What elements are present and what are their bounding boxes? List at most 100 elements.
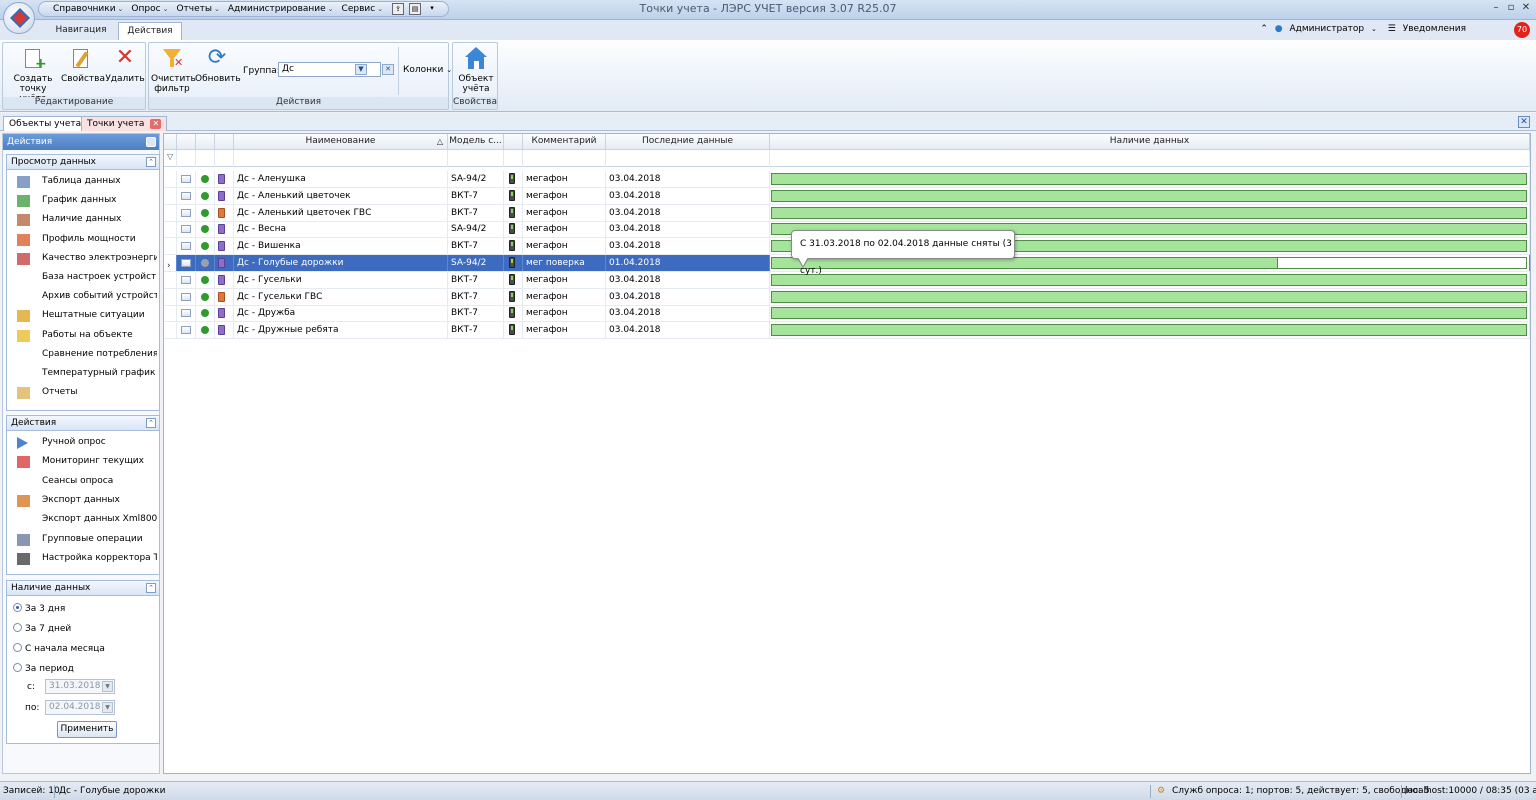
chevron-down-icon[interactable]: ▼ [355, 64, 367, 75]
checkbox-cell[interactable] [177, 187, 196, 204]
radio-7-days[interactable]: За 7 дней [13, 623, 71, 635]
delete-button[interactable]: ✕ Удалить [105, 47, 145, 85]
filter-cell[interactable] [177, 150, 196, 167]
checkbox-cell[interactable] [177, 271, 196, 288]
notifications-badge[interactable]: 70 [1514, 22, 1530, 38]
close-icon[interactable]: ✕ [1520, 2, 1532, 14]
availability-cell[interactable] [770, 305, 1530, 322]
availability-cell[interactable] [770, 187, 1530, 204]
availability-cell[interactable] [770, 271, 1530, 288]
table-row[interactable]: Дс - Аленушка SA-94/2 мегафон 03.04.2018 [164, 171, 1530, 188]
checkbox-cell[interactable] [177, 171, 196, 187]
user-menu[interactable]: ⌃ ● Администратор ⌄ ☰ Уведомления [1256, 24, 1466, 34]
checkbox-cell[interactable] [177, 238, 196, 255]
filter-cell[interactable] [606, 150, 770, 167]
radio-period[interactable]: За период [13, 663, 74, 675]
row-checkbox[interactable] [181, 225, 191, 234]
nav-item-view[interactable]: График данных [7, 191, 157, 210]
nav-item-action[interactable]: Сеансы опроса [7, 472, 157, 491]
nav-item-action[interactable]: Групповые операции [7, 530, 157, 549]
availability-cell[interactable] [770, 204, 1530, 221]
section-header[interactable]: Просмотр данных ⌃ [7, 155, 159, 170]
radio-dot[interactable] [13, 603, 22, 612]
checkbox-cell[interactable] [177, 204, 196, 221]
minimize-icon[interactable]: – [1490, 2, 1502, 14]
nav-item-view[interactable]: Профиль мощности [7, 230, 157, 249]
row-checkbox[interactable] [181, 242, 191, 251]
row-checkbox[interactable] [181, 292, 191, 301]
menu-references[interactable]: Справочники ⌄ [49, 4, 127, 14]
checkbox-cell[interactable] [177, 255, 196, 271]
nav-item-view[interactable]: Сравнение потребления [7, 345, 157, 364]
availability-cell[interactable] [770, 171, 1530, 187]
service-status[interactable]: Служб опроса: 1; портов: 5, действует: 5… [1172, 786, 1430, 796]
menu-service[interactable]: Сервис ⌄ [338, 4, 388, 14]
filter-cell[interactable] [770, 150, 1530, 167]
collapse-icon[interactable]: ⌃ [146, 583, 156, 593]
tab-objects[interactable]: Объекты учета [3, 116, 88, 131]
notifications-link[interactable]: Уведомления [1403, 24, 1466, 34]
column-header-availability[interactable]: Наличие данных [770, 134, 1530, 150]
nav-item-view[interactable]: Отчеты [7, 383, 157, 402]
table-row[interactable]: Дс - Гусельки ВКТ-7 мегафон 03.04.2018 [164, 271, 1530, 289]
filter-cell[interactable] [504, 150, 523, 167]
filter-cell[interactable] [523, 150, 606, 167]
chevron-down-icon[interactable]: ▼ [102, 681, 113, 692]
radio-dot[interactable] [13, 663, 22, 672]
table-row[interactable]: Дс - Гусельки ГВС ВКТ-7 мегафон 03.04.2018 [164, 288, 1530, 306]
app-logo-icon[interactable] [3, 2, 35, 34]
chevron-up-icon[interactable]: ⌃ [1260, 24, 1268, 34]
row-checkbox[interactable] [181, 208, 191, 217]
print-icon[interactable]: ▤ [409, 3, 422, 15]
filter-icon[interactable]: ▽ [167, 152, 173, 161]
section-header[interactable]: Наличие данных ⌃ [7, 581, 159, 596]
properties-button[interactable]: Свойства [61, 47, 105, 84]
nav-item-view[interactable]: Наличие данных [7, 210, 157, 229]
table-row[interactable]: Дс - Аленький цветочек ВКТ-7 мегафон 03.04.… [164, 187, 1530, 205]
server-status[interactable]: localhost:10000 / 08:35 (03 апр) [1405, 786, 1536, 796]
column-header-name[interactable]: Наименование △ [234, 134, 448, 150]
close-icon[interactable]: ✕ [1518, 116, 1530, 128]
filter-cell[interactable] [215, 150, 234, 167]
apply-button[interactable]: Применить [57, 721, 117, 738]
pin-icon[interactable] [146, 137, 156, 147]
group-select[interactable]: Дс ▼ ✕ [278, 62, 394, 77]
nav-item-view[interactable]: Архив событий устройства [7, 287, 157, 306]
column-header-model[interactable]: Модель с... [448, 134, 504, 150]
checkbox-cell[interactable] [177, 322, 196, 339]
checkbox-cell[interactable] [177, 288, 196, 305]
filter-cell[interactable] [196, 150, 215, 167]
column-header-last-data[interactable]: Последние данные [606, 134, 770, 150]
nav-item-view[interactable]: Работы на объекте [7, 326, 157, 345]
menu-reports[interactable]: Отчеты ⌄ [172, 4, 223, 14]
checkbox-cell[interactable] [177, 305, 196, 322]
collapse-icon[interactable]: ⌃ [146, 157, 156, 167]
nav-item-action[interactable]: Настройка корректора Т... [7, 549, 157, 568]
filter-cell[interactable] [234, 150, 448, 167]
account-object-button[interactable]: Объект учёта [455, 47, 497, 94]
column-header-device[interactable] [215, 134, 234, 150]
chevron-down-icon[interactable]: ▼ [102, 702, 113, 713]
nav-item-view[interactable]: Качество электроэнергии [7, 249, 157, 268]
radio-dot[interactable] [13, 643, 22, 652]
row-checkbox[interactable] [181, 259, 191, 267]
section-header[interactable]: Действия ⌃ [7, 416, 159, 431]
column-header-status[interactable] [196, 134, 215, 150]
export-icon[interactable]: ⇪ [392, 3, 405, 15]
nav-item-action[interactable]: Экспорт данных Xml80020 [7, 510, 157, 529]
refresh-button[interactable]: ⟳ Обновить [195, 47, 241, 85]
maximize-icon[interactable]: ▫ [1505, 2, 1517, 14]
table-row[interactable]: Дс - Дружные ребята ВКТ-7 мегафон 03.04.201… [164, 322, 1530, 340]
table-row[interactable]: Дс - Аленький цветочек ГВС ВКТ-7 мегафон 03… [164, 204, 1530, 222]
radio-dot[interactable] [13, 623, 22, 632]
menu-polling[interactable]: Опрос ⌄ [127, 4, 172, 14]
radio-month-start[interactable]: С начала месяца [13, 643, 105, 655]
nav-item-action[interactable]: Ручной опрос [7, 433, 157, 452]
row-checkbox[interactable] [181, 175, 191, 183]
columns-button[interactable]: Колонки ⌄ [403, 65, 452, 75]
clear-icon[interactable]: ✕ [382, 64, 394, 75]
filter-cell[interactable] [448, 150, 504, 167]
row-checkbox[interactable] [181, 326, 191, 335]
nav-item-action[interactable]: Экспорт данных [7, 491, 157, 510]
row-checkbox[interactable] [181, 275, 191, 284]
